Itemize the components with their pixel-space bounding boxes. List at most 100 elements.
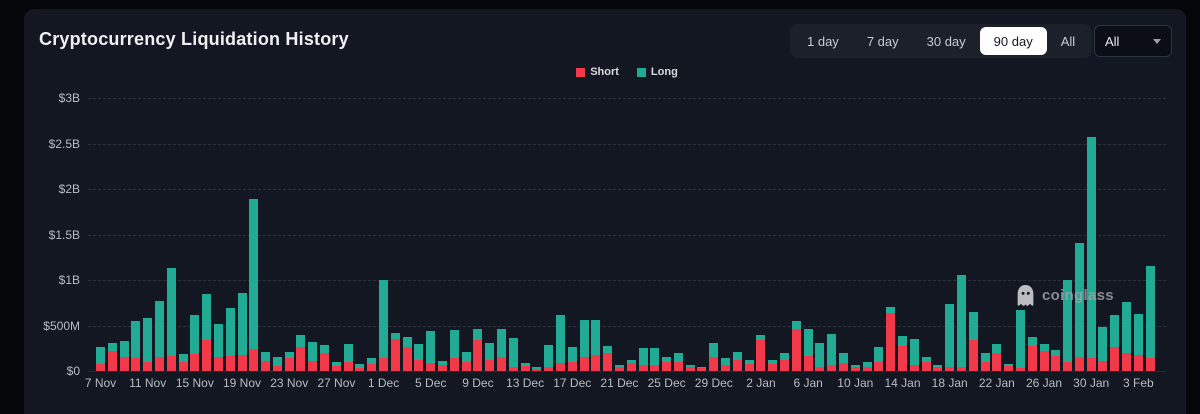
- bar-22-dec[interactable]: [627, 360, 636, 371]
- bar-23-nov[interactable]: [285, 352, 294, 371]
- bar-18-dec[interactable]: [580, 320, 589, 371]
- range-button-30-day[interactable]: 30 day: [913, 27, 980, 55]
- bar-31-jan[interactable]: [1098, 327, 1107, 371]
- bar-17-jan[interactable]: [933, 365, 942, 371]
- bar-7-jan[interactable]: [815, 343, 824, 371]
- bar-20-nov[interactable]: [249, 199, 258, 371]
- symbol-filter-value: All: [1105, 34, 1119, 49]
- bar-segment-long: [874, 347, 883, 362]
- bar-6-dec[interactable]: [438, 361, 447, 371]
- bar-6-jan[interactable]: [804, 329, 813, 371]
- bar-21-nov[interactable]: [261, 352, 270, 371]
- bar-12-dec[interactable]: [509, 338, 518, 371]
- bar-25-jan[interactable]: [1028, 337, 1037, 371]
- bar-2-dec[interactable]: [391, 333, 400, 371]
- bar-3-dec[interactable]: [403, 337, 412, 371]
- bar-24-dec[interactable]: [650, 348, 659, 371]
- symbol-filter-dropdown[interactable]: All: [1094, 25, 1172, 57]
- bar-24-jan[interactable]: [1016, 310, 1025, 371]
- bar-16-dec[interactable]: [556, 315, 565, 371]
- bar-8-nov[interactable]: [108, 343, 117, 371]
- bar-12-jan[interactable]: [874, 347, 883, 371]
- legend-item-long[interactable]: Long: [637, 66, 678, 78]
- bar-10-jan[interactable]: [851, 365, 860, 371]
- bar-11-nov[interactable]: [143, 318, 152, 371]
- bar-15-nov[interactable]: [190, 315, 199, 371]
- bar-19-jan[interactable]: [957, 275, 966, 371]
- bar-29-dec[interactable]: [709, 343, 718, 371]
- bar-27-jan[interactable]: [1051, 350, 1060, 371]
- range-button-1-day[interactable]: 1 day: [793, 27, 853, 55]
- bar-18-jan[interactable]: [945, 304, 954, 371]
- range-button-90-day[interactable]: 90 day: [980, 27, 1047, 55]
- bar-19-dec[interactable]: [591, 320, 600, 371]
- bar-15-jan[interactable]: [910, 339, 919, 371]
- bar-7-nov[interactable]: [96, 347, 105, 371]
- bar-31-dec[interactable]: [733, 352, 742, 371]
- bar-9-dec[interactable]: [473, 329, 482, 371]
- bar-23-dec[interactable]: [639, 348, 648, 371]
- bar-16-jan[interactable]: [922, 357, 931, 371]
- bar-30-nov[interactable]: [367, 358, 376, 371]
- bar-19-nov[interactable]: [238, 293, 247, 371]
- bar-2-jan[interactable]: [756, 335, 765, 371]
- bar-9-jan[interactable]: [839, 353, 848, 371]
- bar-23-jan[interactable]: [1004, 364, 1013, 371]
- bar-10-nov[interactable]: [131, 321, 140, 371]
- bar-26-dec[interactable]: [674, 353, 683, 371]
- bar-25-dec[interactable]: [662, 357, 671, 371]
- bar-5-jan[interactable]: [792, 321, 801, 371]
- bar-14-nov[interactable]: [179, 354, 188, 371]
- legend-item-short[interactable]: Short: [576, 66, 619, 78]
- bar-10-dec[interactable]: [485, 343, 494, 371]
- bar-26-jan[interactable]: [1040, 344, 1049, 371]
- bar-20-dec[interactable]: [603, 346, 612, 371]
- bar-22-jan[interactable]: [992, 344, 1001, 371]
- bar-28-nov[interactable]: [344, 344, 353, 371]
- bar-30-dec[interactable]: [721, 358, 730, 371]
- bar-17-dec[interactable]: [568, 347, 577, 371]
- bar-1-feb[interactable]: [1110, 315, 1119, 371]
- bar-30-jan[interactable]: [1087, 137, 1096, 371]
- range-button-7-day[interactable]: 7 day: [853, 27, 913, 55]
- bar-18-nov[interactable]: [226, 308, 235, 371]
- bar-4-jan[interactable]: [780, 353, 789, 371]
- bar-14-jan[interactable]: [898, 336, 907, 371]
- bar-segment-short: [521, 366, 530, 371]
- bar-22-nov[interactable]: [273, 357, 282, 371]
- bar-28-dec[interactable]: [697, 367, 706, 371]
- bar-21-dec[interactable]: [615, 365, 624, 371]
- bar-1-dec[interactable]: [379, 280, 388, 371]
- bar-7-dec[interactable]: [450, 330, 459, 371]
- bar-26-nov[interactable]: [320, 345, 329, 371]
- bar-20-jan[interactable]: [969, 312, 978, 371]
- bar-29-nov[interactable]: [355, 364, 364, 371]
- bar-27-dec[interactable]: [686, 365, 695, 371]
- bar-4-dec[interactable]: [414, 344, 423, 371]
- bar-21-jan[interactable]: [981, 353, 990, 371]
- range-button-all[interactable]: All: [1047, 27, 1089, 55]
- bar-11-dec[interactable]: [497, 329, 506, 371]
- bar-8-dec[interactable]: [462, 352, 471, 371]
- bar-17-nov[interactable]: [214, 324, 223, 371]
- bar-14-dec[interactable]: [532, 367, 541, 371]
- bar-5-dec[interactable]: [426, 331, 435, 371]
- bar-8-jan[interactable]: [827, 334, 836, 371]
- bar-9-nov[interactable]: [120, 341, 129, 371]
- bar-3-feb[interactable]: [1134, 314, 1143, 371]
- bar-12-nov[interactable]: [155, 301, 164, 371]
- bar-15-dec[interactable]: [544, 345, 553, 371]
- bar-13-jan[interactable]: [886, 307, 895, 371]
- bar-13-nov[interactable]: [167, 268, 176, 371]
- bar-segment-long: [379, 280, 388, 359]
- bar-27-nov[interactable]: [332, 362, 341, 371]
- bar-2-feb[interactable]: [1122, 302, 1131, 371]
- bar-16-nov[interactable]: [202, 294, 211, 371]
- bar-13-dec[interactable]: [521, 363, 530, 371]
- bar-3-jan[interactable]: [768, 360, 777, 371]
- bar-24-nov[interactable]: [296, 335, 305, 371]
- bar-1-jan[interactable]: [745, 360, 754, 371]
- bar-11-jan[interactable]: [863, 362, 872, 371]
- bar-25-nov[interactable]: [308, 342, 317, 371]
- bar-4-feb[interactable]: [1146, 266, 1155, 371]
